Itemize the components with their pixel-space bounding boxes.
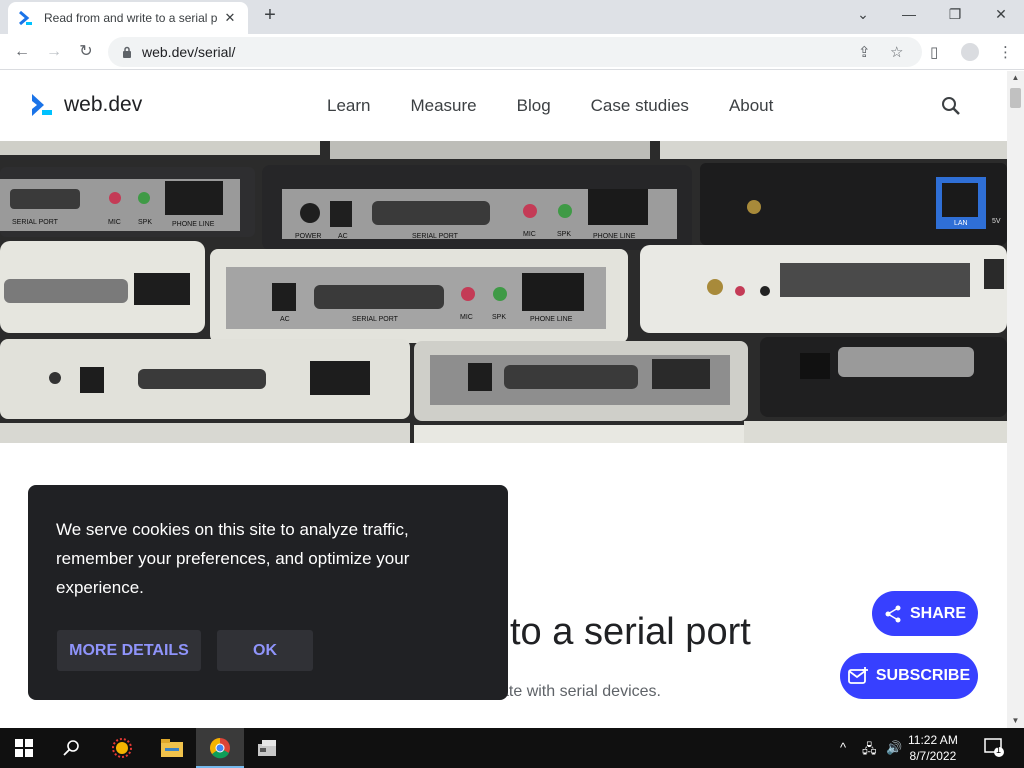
site-name: web.dev xyxy=(64,93,143,116)
subscribe-label: SUBSCRIBE xyxy=(875,667,971,684)
show-hidden-icons-icon[interactable]: ^ xyxy=(840,740,846,755)
svg-text:PHONE LINE: PHONE LINE xyxy=(530,316,573,323)
more-details-button[interactable]: MORE DETAILS xyxy=(57,630,201,671)
svg-text:AC: AC xyxy=(280,316,290,323)
svg-text:SPK: SPK xyxy=(492,314,506,321)
svg-text:MIC: MIC xyxy=(460,314,473,321)
notification-center-icon[interactable]: 1 xyxy=(984,737,1004,760)
web-dev-logo-icon xyxy=(32,94,52,116)
page-viewport: web.dev Learn Measure Blog Case studies … xyxy=(0,71,1007,728)
chrome-icon[interactable] xyxy=(196,728,244,768)
hero-image: SERIAL PORT MIC SPK PHONE LINE POWER AC … xyxy=(0,141,1007,443)
svg-text:MIC: MIC xyxy=(523,231,536,238)
lock-icon xyxy=(123,46,131,58)
bookmark-star-icon[interactable]: ☆ xyxy=(890,43,903,61)
browser-tab[interactable]: Read from and write to a serial p ✕ xyxy=(8,2,248,34)
svg-text:SPK: SPK xyxy=(557,231,571,238)
ok-button[interactable]: OK xyxy=(217,630,313,671)
url-text: web.dev/serial/ xyxy=(142,44,236,60)
nav-case-studies[interactable]: Case studies xyxy=(591,96,689,116)
browser-menu-icon[interactable]: ⋮ xyxy=(998,43,1013,61)
browser-toolbar: ← → ↻ web.dev/serial/ ⇪ ☆ ▯ ⋮ xyxy=(0,34,1024,70)
search-icon[interactable] xyxy=(940,95,962,117)
svg-text:MIC: MIC xyxy=(108,219,121,226)
back-icon[interactable]: ← xyxy=(12,42,32,62)
mail-icon xyxy=(847,667,868,684)
svg-text:SERIAL PORT: SERIAL PORT xyxy=(12,219,59,226)
svg-text:PHONE LINE: PHONE LINE xyxy=(593,233,636,240)
cookie-message: We serve cookies on this site to analyze… xyxy=(56,520,410,597)
svg-text:SERIAL PORT: SERIAL PORT xyxy=(412,233,459,240)
network-icon[interactable]: 🖧 xyxy=(862,740,877,762)
maximize-button[interactable]: ❐ xyxy=(941,6,969,23)
browser-tab-strip: Read from and write to a serial p ✕ + ⌄ … xyxy=(0,0,1024,34)
sun-app-icon[interactable] xyxy=(98,728,146,768)
system-clock[interactable]: 11:22 AM 8/7/2022 xyxy=(908,732,958,764)
svg-text:AC: AC xyxy=(338,233,348,240)
file-explorer-icon[interactable] xyxy=(148,728,196,768)
scroll-down-icon[interactable]: ▼ xyxy=(1007,714,1024,728)
cookie-banner: We serve cookies on this site to analyze… xyxy=(28,485,508,700)
reload-icon[interactable]: ↻ xyxy=(76,42,96,62)
new-tab-button[interactable]: + xyxy=(260,5,280,26)
notification-count: 1 xyxy=(996,745,1002,755)
clock-time: 11:22 AM xyxy=(908,733,958,747)
site-logo[interactable]: web.dev xyxy=(30,93,142,117)
forward-icon[interactable]: → xyxy=(44,42,64,62)
web-dev-favicon-icon xyxy=(19,10,32,26)
side-panel-icon[interactable]: ▯ xyxy=(930,43,938,61)
tab-search-icon[interactable]: ⌄ xyxy=(849,6,877,23)
share-button[interactable]: SHARE xyxy=(872,591,978,636)
nav-blog[interactable]: Blog xyxy=(517,96,551,116)
scroll-up-icon[interactable]: ▲ xyxy=(1007,71,1024,85)
share-icon xyxy=(885,605,901,622)
volume-icon[interactable]: 🔊 xyxy=(886,740,902,756)
profile-avatar-icon[interactable] xyxy=(961,43,979,61)
svg-text:SERIAL PORT: SERIAL PORT xyxy=(352,316,399,323)
svg-text:POWER: POWER xyxy=(295,233,321,240)
site-header: web.dev Learn Measure Blog Case studies … xyxy=(0,71,1007,141)
share-page-icon[interactable]: ⇪ xyxy=(858,43,871,61)
tab-close-icon[interactable]: ✕ xyxy=(222,10,238,26)
nav-learn[interactable]: Learn xyxy=(327,96,370,116)
windows-start-icon[interactable] xyxy=(0,728,48,768)
page-scrollbar[interactable]: ▲ ▼ xyxy=(1007,71,1024,728)
svg-text:PHONE LINE: PHONE LINE xyxy=(172,221,215,228)
svg-text:SPK: SPK xyxy=(138,219,152,226)
close-window-button[interactable]: ✕ xyxy=(987,6,1015,23)
subscribe-button[interactable]: SUBSCRIBE xyxy=(840,653,978,699)
minimize-button[interactable]: — xyxy=(895,6,923,22)
svg-text:LAN: LAN xyxy=(954,220,968,227)
address-bar[interactable]: web.dev/serial/ xyxy=(108,37,922,67)
network-app-icon[interactable] xyxy=(244,728,292,768)
nav-about[interactable]: About xyxy=(729,96,773,116)
article-title: to a serial port xyxy=(510,611,751,653)
svg-text:5V: 5V xyxy=(992,218,1001,225)
modems-photo: SERIAL PORT MIC SPK PHONE LINE POWER AC … xyxy=(0,141,1007,443)
tab-title: Read from and write to a serial p xyxy=(44,11,218,25)
article-subtitle: ate with serial devices. xyxy=(500,683,661,700)
share-label: SHARE xyxy=(909,604,966,622)
taskbar: ^ 🖧 🔊 11:22 AM 8/7/2022 1 xyxy=(0,728,1024,768)
nav-measure[interactable]: Measure xyxy=(410,96,476,116)
clock-date: 8/7/2022 xyxy=(909,749,957,763)
search-taskbar-icon[interactable] xyxy=(48,728,96,768)
main-nav: Learn Measure Blog Case studies About xyxy=(327,96,813,116)
scrollbar-thumb[interactable] xyxy=(1010,88,1021,108)
